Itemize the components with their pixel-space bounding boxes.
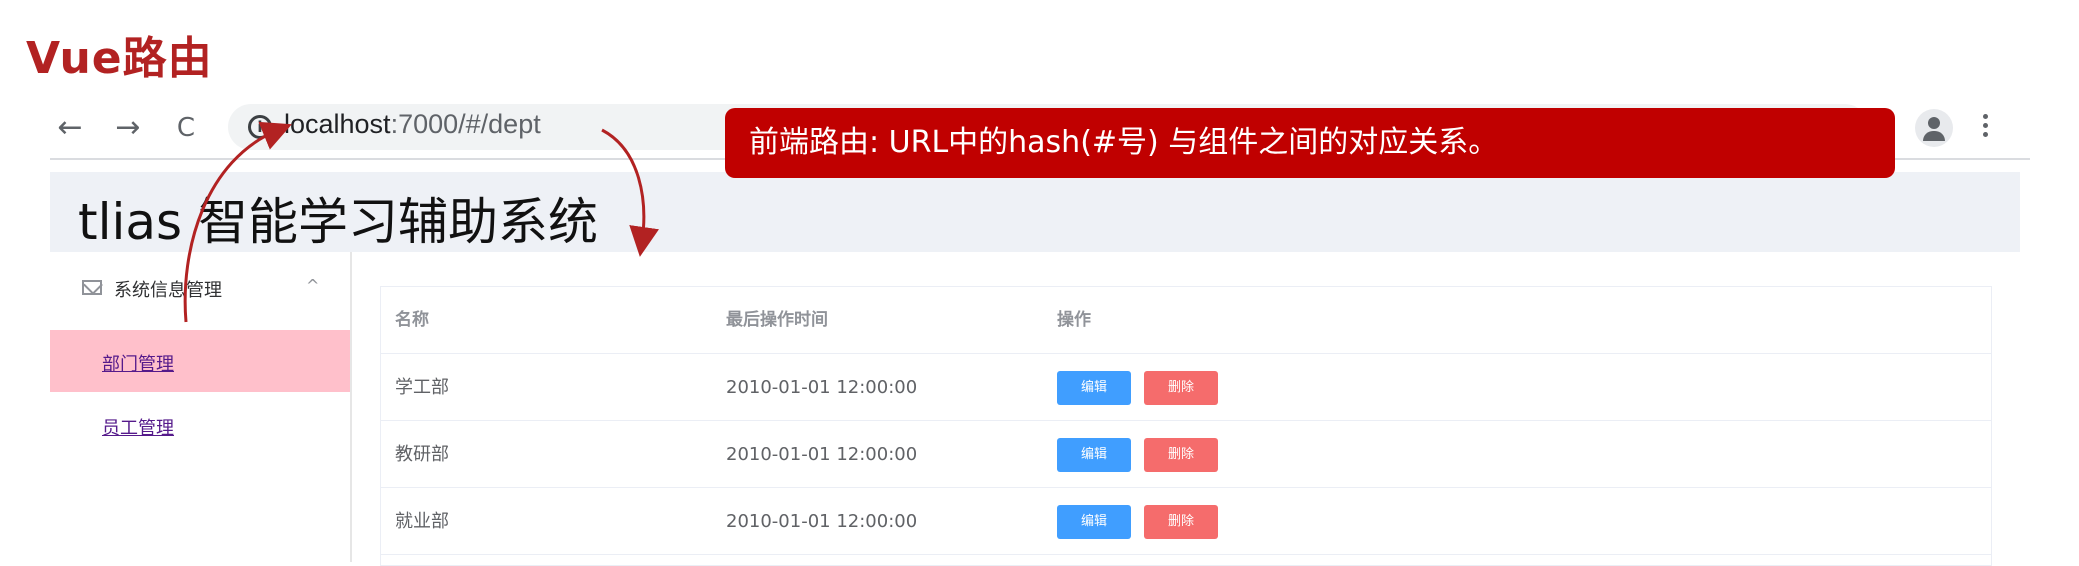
arrow-menu-to-url [183, 121, 292, 323]
annotation-arrows [183, 121, 659, 323]
arrow-url-to-content [601, 128, 659, 257]
